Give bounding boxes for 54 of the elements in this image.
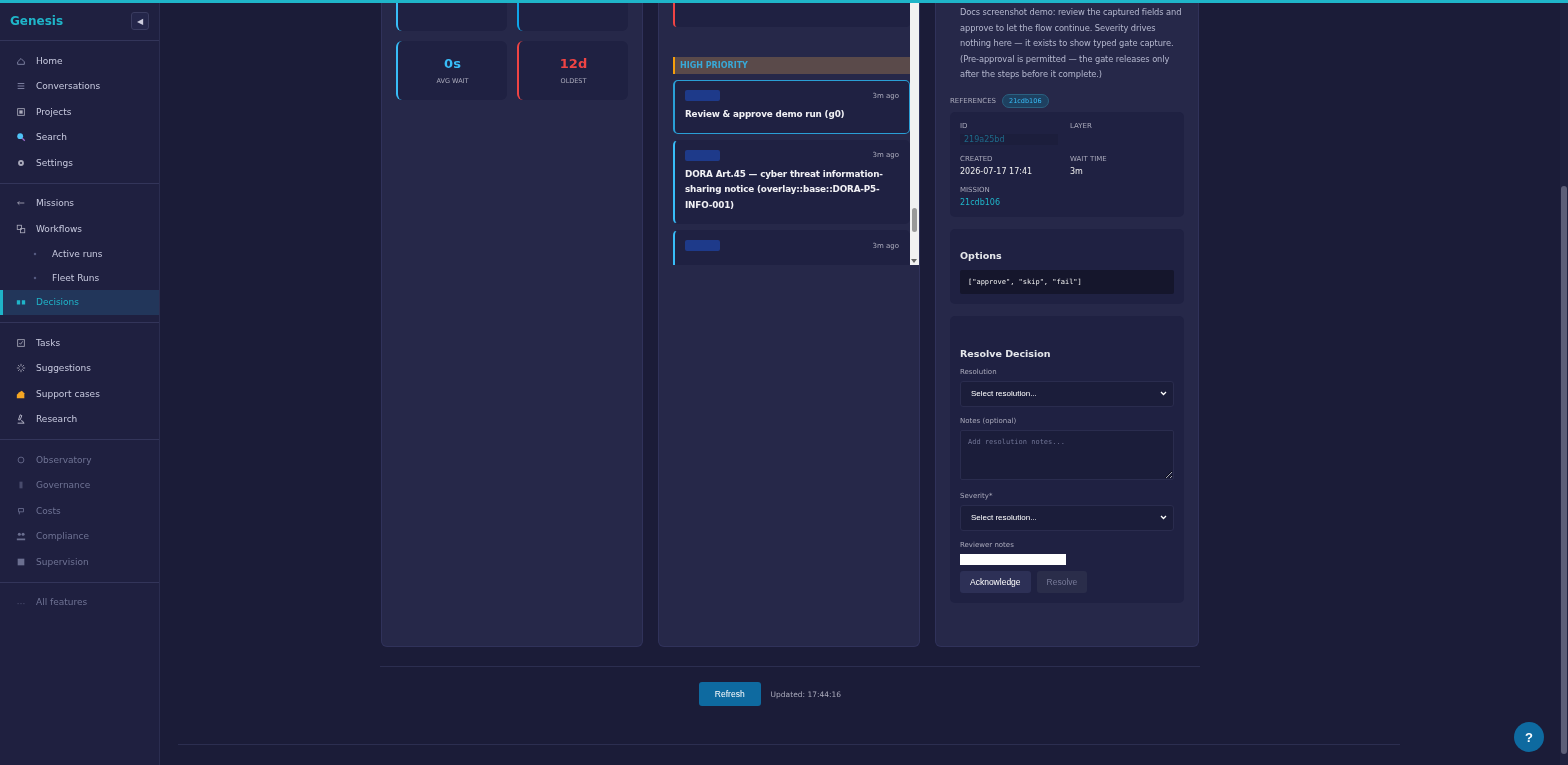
severity-select[interactable]: Select resolution... xyxy=(960,504,1174,531)
field-value: 219a25bd xyxy=(960,133,1058,145)
microscope-icon xyxy=(16,414,26,425)
nav-item[interactable]: Settings xyxy=(0,150,159,176)
brand-name: Genesis xyxy=(10,14,64,28)
nav-item[interactable]: Missions xyxy=(0,190,159,216)
people-icon xyxy=(16,531,26,542)
nav-item[interactable]: Search xyxy=(0,124,159,150)
tag-chip xyxy=(685,90,720,101)
square-icon xyxy=(16,106,26,117)
nav-item[interactable]: Suggestions xyxy=(0,355,159,381)
mission-link[interactable]: 21cdb106 xyxy=(960,197,1064,207)
nav-item[interactable]: Active runs xyxy=(0,241,159,266)
reviewer-notes-field[interactable] xyxy=(960,553,1066,565)
action-button[interactable]: Acknowledge xyxy=(960,570,1031,593)
nav-item[interactable]: Support cases xyxy=(0,381,159,407)
grid-icon xyxy=(16,556,26,567)
search-icon xyxy=(16,132,26,143)
list-icon xyxy=(16,81,26,92)
resolution-select[interactable]: Select resolution... xyxy=(960,380,1174,407)
sparkle-icon xyxy=(16,363,26,374)
nav-item[interactable]: Projects xyxy=(0,99,159,125)
gear-icon xyxy=(16,157,26,168)
card-title: DORA Art.45 — cyber threat information-sharing notice (overlay::base::DORA-P5-INFO-001) xyxy=(685,167,884,212)
stat-value: 12d xyxy=(559,56,588,71)
resolve-title: Resolve Decision xyxy=(960,347,1052,359)
stat-value: 0s xyxy=(444,56,461,71)
nav-item[interactable]: Research xyxy=(0,406,159,432)
scrollbar[interactable] xyxy=(1560,3,1568,765)
nav-item[interactable]: Fleet Runs xyxy=(0,265,159,290)
hand-icon xyxy=(16,388,26,399)
section-header: HIGH PRIORITY xyxy=(673,57,910,74)
collapse-button[interactable]: ◀ xyxy=(131,12,149,30)
tag-chip xyxy=(685,240,720,251)
refresh-button[interactable]: Refresh xyxy=(698,682,761,706)
field-value: 3m xyxy=(1070,166,1084,176)
options-title: Options xyxy=(960,249,1003,261)
tag-chip xyxy=(685,149,720,161)
chevron-icon xyxy=(1160,515,1167,521)
description-text: Docs screenshot demo: review the captured fields and approve to let the flow continue. Severity drives nothing here — it exists to show typed gate capture. (Pre-approval is permitted — the gate releases only after the steps before it complete.) xyxy=(959,6,1183,82)
nav-item[interactable]: Decisions xyxy=(0,289,159,315)
nav-item[interactable]: Workflows xyxy=(0,216,159,242)
house-icon xyxy=(16,55,26,66)
circle-icon xyxy=(16,454,26,465)
squares-icon xyxy=(16,223,26,234)
chevron-icon xyxy=(1160,391,1167,397)
nav-item[interactable]: Home xyxy=(0,48,159,74)
checkbox-icon xyxy=(16,337,26,348)
card-title: Review & approve demo run (g0) xyxy=(685,108,846,121)
scrollbar[interactable] xyxy=(910,3,919,265)
help-button[interactable]: ? xyxy=(1514,722,1544,752)
nav-item[interactable]: Conversations xyxy=(0,73,159,99)
field-value: 2026-07-17 17:41 xyxy=(960,166,1034,176)
nav-item[interactable]: Tasks xyxy=(0,330,159,356)
